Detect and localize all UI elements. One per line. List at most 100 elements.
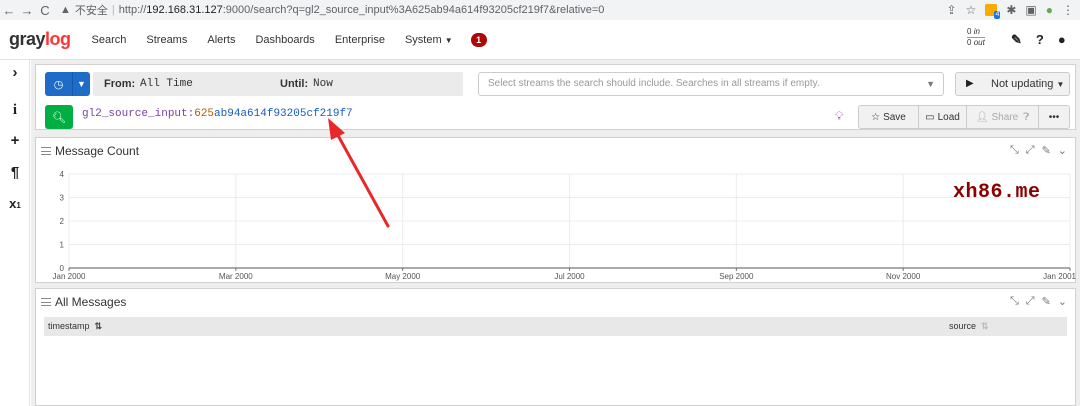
main-content: ◷ ▼ From: All Time Until: Now Select str… (31, 60, 1080, 406)
compress-icon[interactable]: ⤡ (1010, 295, 1019, 308)
top-navigation: graylog Search Streams Alerts Dashboards… (0, 20, 1080, 60)
x-tick-label: May 2000 (385, 272, 421, 281)
nav-streams[interactable]: Streams (146, 34, 187, 46)
x-tick-label: Sep 2000 (719, 272, 754, 281)
y-tick-label: 3 (60, 194, 65, 203)
y-tick-label: 2 (60, 217, 65, 226)
chevron-down-icon[interactable]: ⌄ (1058, 295, 1067, 308)
x-tick-label: Jul 2000 (554, 272, 585, 281)
edit-icon[interactable]: ✎ (1042, 295, 1051, 308)
widget-title: All Messages (41, 295, 126, 309)
search-actions: ☆ Save ▭ Load 👤︎ Share ❓︎ ••• (858, 105, 1070, 129)
nav-icons: ✎ ? ● (1011, 32, 1066, 48)
load-label: Load (937, 111, 960, 123)
graylog-logo[interactable]: graylog (9, 29, 71, 50)
query-value-hash: ab94a614f93205cf219f7 (214, 108, 353, 120)
timerange-type-button[interactable]: ◷ ▼ (45, 72, 90, 96)
lightbulb-icon[interactable]: 💡︎ (835, 109, 843, 124)
nav-search[interactable]: Search (92, 34, 127, 46)
help-icon[interactable]: ? (1036, 32, 1044, 48)
refresh-label[interactable]: Not updating ▼ (991, 73, 1064, 96)
x-tick-label: Nov 2000 (886, 272, 921, 281)
nav-dashboards[interactable]: Dashboards (255, 34, 314, 46)
timerange-display[interactable]: From: All Time Until: Now (93, 72, 463, 96)
sidepanel-icon[interactable]: ▣ (1025, 3, 1036, 17)
chevron-right-icon[interactable]: › (0, 64, 30, 81)
nav-system[interactable]: System ▼ (405, 34, 453, 46)
y-tick-label: 1 (60, 241, 65, 250)
notification-badge[interactable]: 1 (470, 32, 487, 47)
more-actions-button[interactable]: ••• (1039, 106, 1069, 128)
url-path: :9000/search?q=gl2_source_input%3A625ab9… (222, 4, 605, 16)
refresh-controls[interactable]: ▶ Not updating ▼ (955, 72, 1070, 96)
streams-select[interactable]: Select streams the search should include… (478, 72, 944, 96)
info-icon[interactable]: i (0, 102, 30, 119)
throughput-out-value: 0 (967, 38, 972, 47)
nav-system-label: System (404, 33, 442, 46)
search-button[interactable]: 🔍︎ (45, 105, 73, 129)
nav-alerts[interactable]: Alerts (207, 34, 235, 46)
paragraph-icon[interactable]: ¶ (0, 164, 30, 181)
edit-icon[interactable]: ✎ (1011, 32, 1022, 48)
clock-icon: ◷ (45, 72, 73, 96)
message-count-widget: Message Count ⤡ ⤢ ✎ ⌄ 0 1 2 3 4 Jan 2000 Mar 2… (35, 137, 1077, 283)
throughput-in-value: 0 (967, 27, 972, 36)
widget-tools: ⤡ ⤢ ✎ ⌄ (1010, 295, 1067, 308)
caret-down-icon: ▼ (77, 79, 86, 89)
profile-icon[interactable]: ● (1046, 3, 1053, 17)
query-input[interactable]: gl2_source_input:625ab94a614f93205cf219f… (82, 107, 353, 121)
save-button[interactable]: ☆ Save (859, 106, 919, 128)
x-tick-label: Jan 2001 (1043, 272, 1076, 281)
star-icon: ☆ (871, 111, 881, 123)
bookmark-star-icon[interactable]: ☆ (966, 3, 977, 17)
warning-icon: ▲ (60, 4, 71, 16)
column-source-label: source (949, 321, 977, 331)
from-label: From: (104, 78, 136, 90)
url-field[interactable]: http://192.168.31.127:9000/search?q=gl2_… (119, 4, 605, 16)
folder-icon: ▭ (925, 111, 935, 123)
sort-icon[interactable]: ⇅ (981, 321, 989, 331)
all-messages-widget: All Messages ⤡ ⤢ ✎ ⌄ timestamp ⇅ source ⇅ (35, 288, 1076, 406)
all-messages-title: All Messages (55, 295, 127, 309)
sort-desc-icon[interactable]: ⇅ (95, 321, 103, 331)
browser-menu-icon[interactable]: ⋮ (1062, 3, 1074, 17)
play-icon[interactable]: ▶ (966, 73, 974, 95)
left-sidebar: › i + ¶ x1 (0, 60, 30, 406)
back-icon[interactable]: ← (0, 3, 18, 18)
reload-icon[interactable]: C (36, 3, 54, 18)
caret-down-icon: ▼ (444, 35, 453, 45)
throughput-indicator: 0 in 0 out (967, 27, 985, 48)
extension-icon[interactable]: 4 (985, 4, 1001, 19)
expand-icon[interactable]: ⤢ (1026, 295, 1035, 308)
until-value: Now (313, 78, 333, 90)
question-icon: ❓︎ (1023, 111, 1030, 123)
x-tick-label: Jan 2000 (53, 272, 86, 281)
from-value: All Time (140, 78, 193, 90)
user-plus-icon: 👤︎ (975, 111, 989, 123)
load-button[interactable]: ▭ Load (919, 106, 967, 128)
streams-placeholder: Select streams the search should include… (488, 78, 820, 89)
browser-address-bar: ← → C ▲ 不安全 | http://192.168.31.127:9000… (0, 0, 1080, 20)
throughput-in-label: in (973, 27, 980, 36)
caret-down-icon: ▼ (1056, 80, 1065, 89)
column-timestamp-label: timestamp (48, 321, 90, 331)
drag-handle-icon[interactable] (41, 298, 51, 306)
dropdown-caret-icon: ▼ (926, 79, 935, 89)
url-separator: | (111, 4, 115, 16)
share-button[interactable]: 👤︎ Share ❓︎ (967, 106, 1039, 128)
puzzle-icon[interactable]: ✱ (1006, 3, 1016, 17)
column-source[interactable]: source ⇅ (949, 321, 989, 332)
watermark: xh86.me (953, 181, 1041, 204)
column-timestamp[interactable]: timestamp ⇅ (48, 321, 102, 332)
save-label: Save (883, 111, 906, 123)
subscript-icon[interactable]: x1 (0, 196, 30, 211)
until-label: Until: (280, 78, 309, 90)
plus-icon[interactable]: + (0, 132, 30, 149)
ellipsis-icon: ••• (1048, 111, 1060, 123)
share-page-icon[interactable]: ⇪ (947, 3, 957, 17)
share-label: Share (991, 111, 1019, 123)
forward-icon[interactable]: → (18, 3, 36, 18)
user-icon[interactable]: ● (1058, 32, 1066, 48)
logo-part-log: log (45, 29, 71, 49)
nav-enterprise[interactable]: Enterprise (335, 34, 385, 46)
